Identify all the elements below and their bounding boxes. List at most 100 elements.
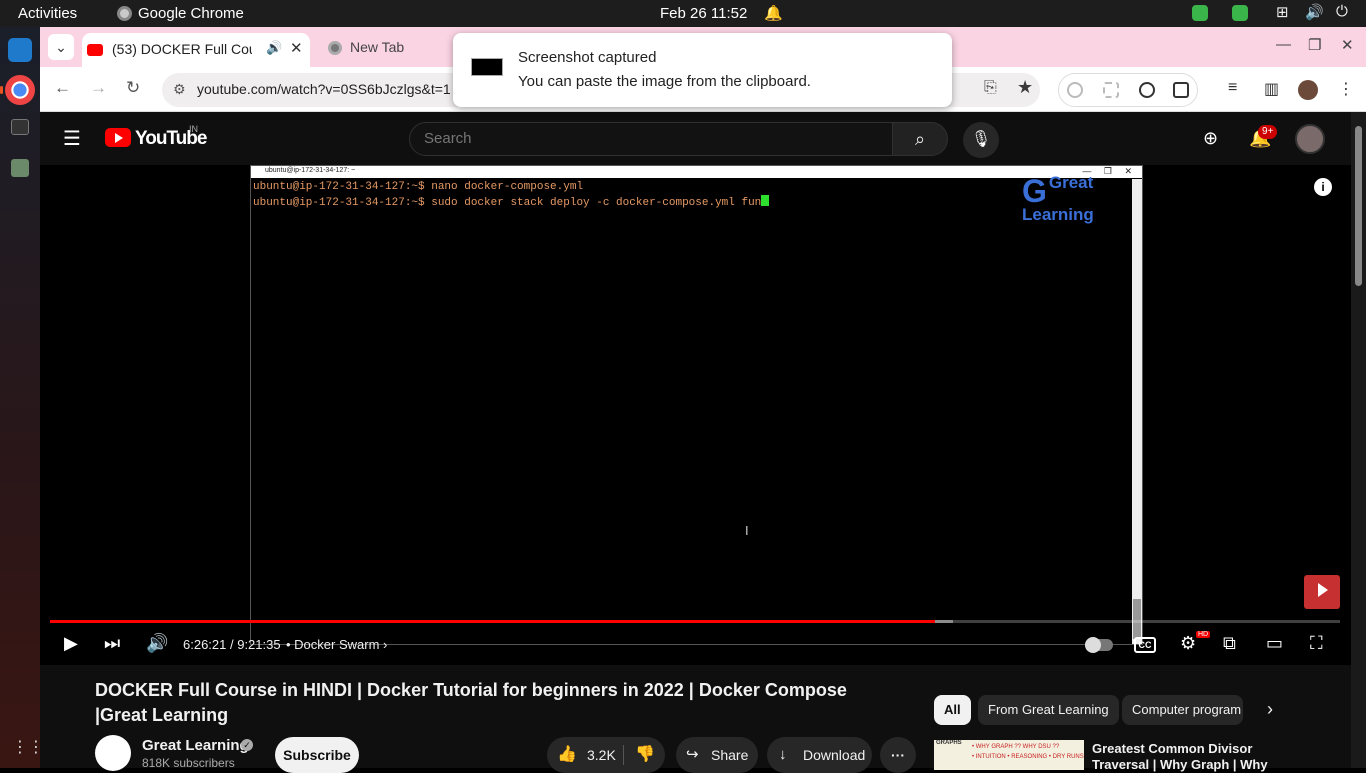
volume-icon[interactable]: 🔊 [1305, 3, 1324, 21]
notification-bell-icon[interactable]: 🔔 [764, 4, 783, 22]
tray-app-icon-2[interactable] [1232, 5, 1248, 21]
url-text[interactable]: youtube.com/watch?v=0SS6bJczlgs&t=1 [197, 81, 451, 97]
terminal-scroll-thumb [1133, 599, 1141, 639]
page-scrollbar[interactable] [1351, 112, 1366, 768]
page-scroll-thumb[interactable] [1355, 126, 1362, 286]
thumbnail-tag: GRAPHS [936, 740, 962, 746]
extension-icon-1[interactable] [1067, 82, 1083, 98]
autoplay-toggle[interactable] [1085, 637, 1113, 653]
tab-title: (53) DOCKER Full Cou [112, 41, 252, 57]
watermark-line1: Great [1048, 173, 1094, 192]
media-controls-icon[interactable]: ≡ [1228, 79, 1237, 97]
terminal-line-text: ubuntu@ip-172-31-34-127:~$ sudo docker s… [253, 197, 762, 209]
screenshot-notification[interactable]: Screenshot captured You can paste the im… [453, 33, 952, 107]
chapter-title[interactable]: • Docker Swarm › [286, 637, 387, 652]
thumbnail-text: • INTUITION • REASONING • DRY RUNS [972, 754, 1084, 760]
miniplayer-icon[interactable]: ⧉ [1223, 633, 1236, 654]
power-icon[interactable]: ⏻ [1336, 3, 1348, 20]
progress-played [50, 620, 936, 623]
chevron-right-icon[interactable]: › [1267, 699, 1273, 720]
tab-close-icon[interactable]: ✕ [290, 39, 303, 57]
extensions-group [1058, 73, 1198, 107]
tray-app-icon[interactable] [1192, 5, 1208, 21]
channel-avatar[interactable] [95, 735, 131, 771]
install-app-icon[interactable]: ⎘ [984, 79, 997, 97]
below-video-area: DOCKER Full Course in HINDI | Docker Tut… [40, 665, 1351, 773]
search-input[interactable] [424, 130, 874, 147]
forward-icon[interactable]: → [90, 78, 107, 98]
os-top-bar: Activities Google Chrome Feb 26 11:52 🔔 … [0, 0, 1366, 27]
extension-icon-3[interactable] [1139, 82, 1155, 98]
hd-badge: HD [1196, 631, 1211, 638]
settings-gear-icon[interactable]: ⚙ [1180, 633, 1196, 654]
channel-name[interactable]: Great Learning [142, 737, 249, 754]
divider [623, 745, 624, 765]
user-avatar[interactable] [1295, 124, 1325, 154]
youtube-favicon-icon [87, 44, 103, 56]
trash-icon[interactable] [11, 159, 29, 177]
minimize-icon[interactable]: — [1276, 36, 1291, 53]
chrome-dock-icon[interactable] [5, 75, 35, 105]
notification-badge: 9+ [1258, 125, 1278, 139]
great-learning-logo-icon: G [1022, 173, 1047, 209]
chrome-favicon-icon [328, 41, 342, 55]
youtube-logo-icon[interactable] [105, 128, 131, 147]
channel-watermark-icon[interactable] [1304, 575, 1340, 609]
tab-search-button[interactable]: ⌄ [48, 34, 74, 60]
create-video-icon[interactable]: ⊕ [1203, 128, 1218, 149]
tab-title: New Tab [350, 39, 405, 55]
tab-youtube[interactable]: (53) DOCKER Full Cou 🔊 ✕ [82, 33, 310, 67]
next-icon[interactable]: ⏭ [104, 633, 120, 654]
reload-icon[interactable]: ↻ [126, 78, 140, 98]
info-icon[interactable]: i [1314, 178, 1332, 196]
terminal-title: ubuntu@ip-172-31-34-127: ~ [265, 167, 356, 174]
terminal-window-in-video: ubuntu@ip-172-31-34-127: ~ — ❐ ✕ ubuntu@… [250, 165, 1143, 645]
search-icon[interactable]: ⌕ [892, 122, 948, 156]
clock[interactable]: Feb 26 11:52 [660, 5, 747, 22]
search-box[interactable] [409, 122, 893, 156]
profile-avatar[interactable] [1298, 80, 1318, 100]
notification-body: You can paste the image from the clipboa… [518, 73, 811, 90]
terminal-scrollbar [1132, 179, 1142, 644]
country-code: IN [189, 124, 198, 134]
fullscreen-icon[interactable]: ⛶ [1310, 633, 1323, 654]
maximize-icon[interactable]: ❐ [1308, 36, 1321, 54]
side-panel-icon[interactable]: ▥ [1264, 79, 1279, 99]
thumbnail-text: • WHY GRAPH ?? WHY DSU ?? [972, 744, 1060, 750]
back-icon[interactable]: ← [54, 78, 71, 98]
site-info-icon[interactable]: ⚙ [173, 81, 186, 98]
close-window-icon[interactable]: ✕ [1341, 36, 1354, 54]
video-title: DOCKER Full Course in HINDI | Docker Tut… [95, 680, 847, 725]
chrome-menu-icon[interactable]: ⋮ [1338, 79, 1354, 99]
volume-icon[interactable]: 🔊 [146, 633, 168, 654]
chip-from-channel[interactable]: From Great Learning [978, 695, 1119, 725]
active-indicator [0, 86, 3, 94]
great-learning-watermark: G Great Learning [1022, 173, 1094, 224]
progress-bar[interactable] [50, 620, 1340, 623]
theater-mode-icon[interactable]: ▭ [1266, 633, 1283, 654]
vscode-icon[interactable] [8, 38, 32, 62]
video-player[interactable]: ubuntu@ip-172-31-34-127: ~ — ❐ ✕ ubuntu@… [40, 165, 1351, 665]
terminal-icon[interactable] [11, 119, 29, 135]
watermark-line2: Learning [1022, 205, 1094, 224]
extension-icon-2[interactable] [1103, 82, 1119, 98]
play-icon[interactable]: ▶ [64, 633, 78, 654]
chip-all[interactable]: All [934, 695, 971, 725]
extensions-puzzle-icon[interactable] [1173, 82, 1189, 98]
tab-new-tab[interactable]: New Tab [325, 33, 465, 61]
terminal-line: ubuntu@ip-172-31-34-127:~$ nano docker-c… [253, 181, 584, 193]
app-menu[interactable]: Google Chrome [117, 5, 244, 22]
bookmark-star-icon[interactable]: ★ [1017, 77, 1033, 98]
activities-button[interactable]: Activities [18, 5, 77, 22]
terminal-titlebar: ubuntu@ip-172-31-34-127: ~ — ❐ ✕ [251, 166, 1142, 178]
youtube-header: ☰ YouTube IN ⌕ 🎙 ⊕ 🔔 9+ [40, 112, 1351, 165]
recommended-video-thumbnail[interactable]: GRAPHS • WHY GRAPH ?? WHY DSU ?? • INTUI… [934, 740, 1084, 770]
hamburger-menu-icon[interactable]: ☰ [63, 126, 81, 151]
dock: ⋮⋮⋮ [0, 27, 60, 768]
captions-button[interactable]: CC [1134, 637, 1156, 653]
tab-audio-icon[interactable]: 🔊 [266, 40, 282, 56]
chip-computer-program[interactable]: Computer program [1122, 695, 1243, 725]
microphone-icon[interactable]: 🎙 [963, 122, 999, 158]
recommended-video-title[interactable]: Greatest Common Divisor Traversal | Why … [1092, 741, 1292, 773]
network-icon[interactable]: ⊞ [1276, 3, 1289, 21]
